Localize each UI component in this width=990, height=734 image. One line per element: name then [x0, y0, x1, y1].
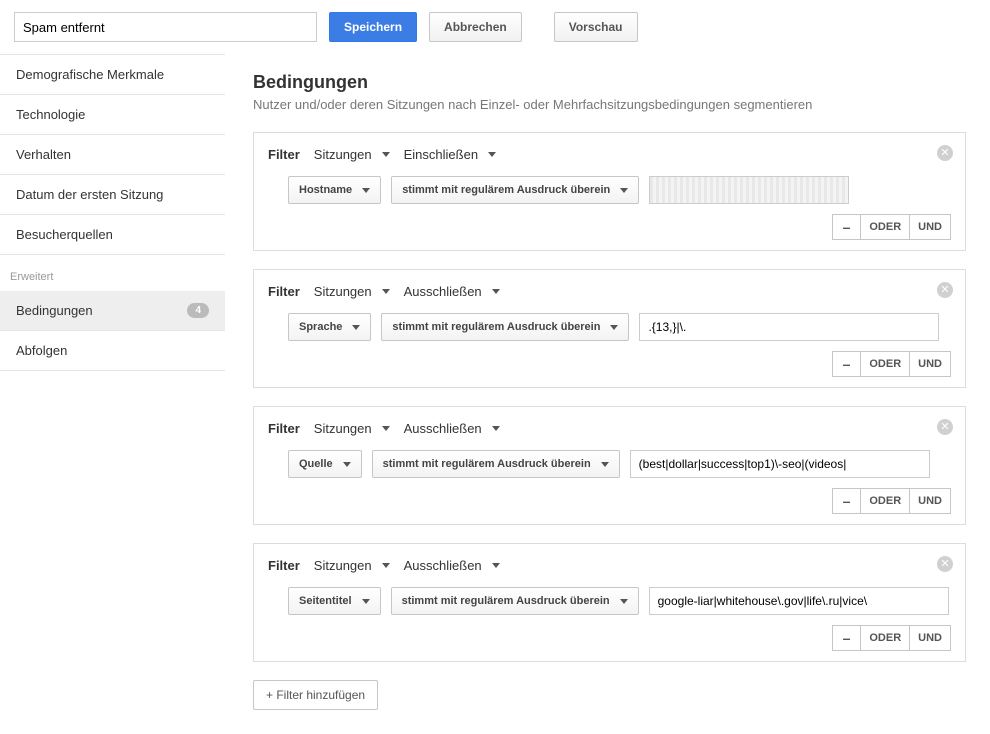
chevron-down-icon	[382, 426, 390, 431]
page-subtitle: Nutzer und/oder deren Sitzungen nach Ein…	[253, 97, 966, 112]
or-button[interactable]: ODER	[860, 214, 910, 240]
chevron-down-icon	[488, 152, 496, 157]
sidebar-item-demographics[interactable]: Demografische Merkmale	[0, 54, 225, 95]
and-button[interactable]: UND	[909, 214, 951, 240]
dimension-dropdown[interactable]: Sprache	[288, 313, 371, 341]
or-button[interactable]: ODER	[860, 625, 910, 651]
remove-condition-button[interactable]: –	[832, 488, 862, 514]
mode-dropdown[interactable]: Ausschließen	[404, 421, 500, 436]
mode-dropdown[interactable]: Ausschließen	[404, 284, 500, 299]
scope-dropdown[interactable]: Sitzungen	[314, 284, 390, 299]
chevron-down-icon	[601, 462, 609, 467]
chevron-down-icon	[362, 188, 370, 193]
chevron-down-icon	[382, 563, 390, 568]
sidebar: Demografische Merkmale Technologie Verha…	[0, 54, 225, 734]
match-type-dropdown[interactable]: stimmt mit regulärem Ausdruck überein	[372, 450, 620, 478]
scope-dropdown[interactable]: Sitzungen	[314, 558, 390, 573]
sidebar-item-label: Bedingungen	[16, 303, 93, 318]
sidebar-item-label: Technologie	[16, 107, 85, 122]
sidebar-item-label: Verhalten	[16, 147, 71, 162]
chevron-down-icon	[492, 426, 500, 431]
remove-condition-button[interactable]: –	[832, 214, 862, 240]
filter-value-input[interactable]	[639, 313, 939, 341]
filter-label: Filter	[268, 284, 300, 299]
or-button[interactable]: ODER	[860, 351, 910, 377]
sidebar-item-technology[interactable]: Technologie	[0, 95, 225, 135]
chevron-down-icon	[362, 599, 370, 604]
conditions-count-badge: 4	[187, 303, 209, 318]
filter-box: ✕ Filter Sitzungen Ausschließen Seitenti…	[253, 543, 966, 662]
match-type-dropdown[interactable]: stimmt mit regulärem Ausdruck überein	[381, 313, 629, 341]
mode-dropdown[interactable]: Einschließen	[404, 147, 496, 162]
dimension-dropdown[interactable]: Hostname	[288, 176, 381, 204]
segment-name-input[interactable]	[14, 12, 317, 42]
sidebar-item-sequences[interactable]: Abfolgen	[0, 331, 225, 371]
sidebar-item-label: Demografische Merkmale	[16, 67, 164, 82]
remove-condition-button[interactable]: –	[832, 351, 862, 377]
cancel-button[interactable]: Abbrechen	[429, 12, 522, 42]
dimension-dropdown[interactable]: Seitentitel	[288, 587, 381, 615]
chevron-down-icon	[610, 325, 618, 330]
sidebar-item-conditions[interactable]: Bedingungen 4	[0, 291, 225, 331]
add-filter-button[interactable]: + Filter hinzufügen	[253, 680, 378, 710]
remove-filter-icon[interactable]: ✕	[937, 556, 953, 572]
sidebar-item-traffic-sources[interactable]: Besucherquellen	[0, 215, 225, 255]
chevron-down-icon	[343, 462, 351, 467]
sidebar-item-label: Datum der ersten Sitzung	[16, 187, 163, 202]
match-type-dropdown[interactable]: stimmt mit regulärem Ausdruck überein	[391, 587, 639, 615]
chevron-down-icon	[382, 152, 390, 157]
page-title: Bedingungen	[253, 72, 966, 93]
sidebar-item-first-session-date[interactable]: Datum der ersten Sitzung	[0, 175, 225, 215]
and-button[interactable]: UND	[909, 351, 951, 377]
or-button[interactable]: ODER	[860, 488, 910, 514]
remove-filter-icon[interactable]: ✕	[937, 419, 953, 435]
dimension-dropdown[interactable]: Quelle	[288, 450, 362, 478]
chevron-down-icon	[620, 188, 628, 193]
scope-dropdown[interactable]: Sitzungen	[314, 147, 390, 162]
filter-box: ✕ Filter Sitzungen Ausschließen Sprache …	[253, 269, 966, 388]
sidebar-item-label: Abfolgen	[16, 343, 67, 358]
chevron-down-icon	[382, 289, 390, 294]
filter-label: Filter	[268, 558, 300, 573]
mode-dropdown[interactable]: Ausschließen	[404, 558, 500, 573]
filter-label: Filter	[268, 147, 300, 162]
filter-box: ✕ Filter Sitzungen Einschließen Hostname…	[253, 132, 966, 251]
sidebar-item-label: Besucherquellen	[16, 227, 113, 242]
and-button[interactable]: UND	[909, 625, 951, 651]
filter-value-input[interactable]	[630, 450, 930, 478]
remove-condition-button[interactable]: –	[832, 625, 862, 651]
sidebar-heading-advanced: Erweitert	[0, 255, 225, 291]
match-type-dropdown[interactable]: stimmt mit regulärem Ausdruck überein	[391, 176, 639, 204]
filter-label: Filter	[268, 421, 300, 436]
save-button[interactable]: Speichern	[329, 12, 417, 42]
preview-button[interactable]: Vorschau	[554, 12, 638, 42]
scope-dropdown[interactable]: Sitzungen	[314, 421, 390, 436]
and-button[interactable]: UND	[909, 488, 951, 514]
chevron-down-icon	[620, 599, 628, 604]
remove-filter-icon[interactable]: ✕	[937, 145, 953, 161]
remove-filter-icon[interactable]: ✕	[937, 282, 953, 298]
chevron-down-icon	[352, 325, 360, 330]
filter-value-input[interactable]	[649, 587, 949, 615]
chevron-down-icon	[492, 289, 500, 294]
sidebar-item-behavior[interactable]: Verhalten	[0, 135, 225, 175]
filter-box: ✕ Filter Sitzungen Ausschließen Quelle s…	[253, 406, 966, 525]
chevron-down-icon	[492, 563, 500, 568]
filter-value-input[interactable]	[649, 176, 849, 204]
